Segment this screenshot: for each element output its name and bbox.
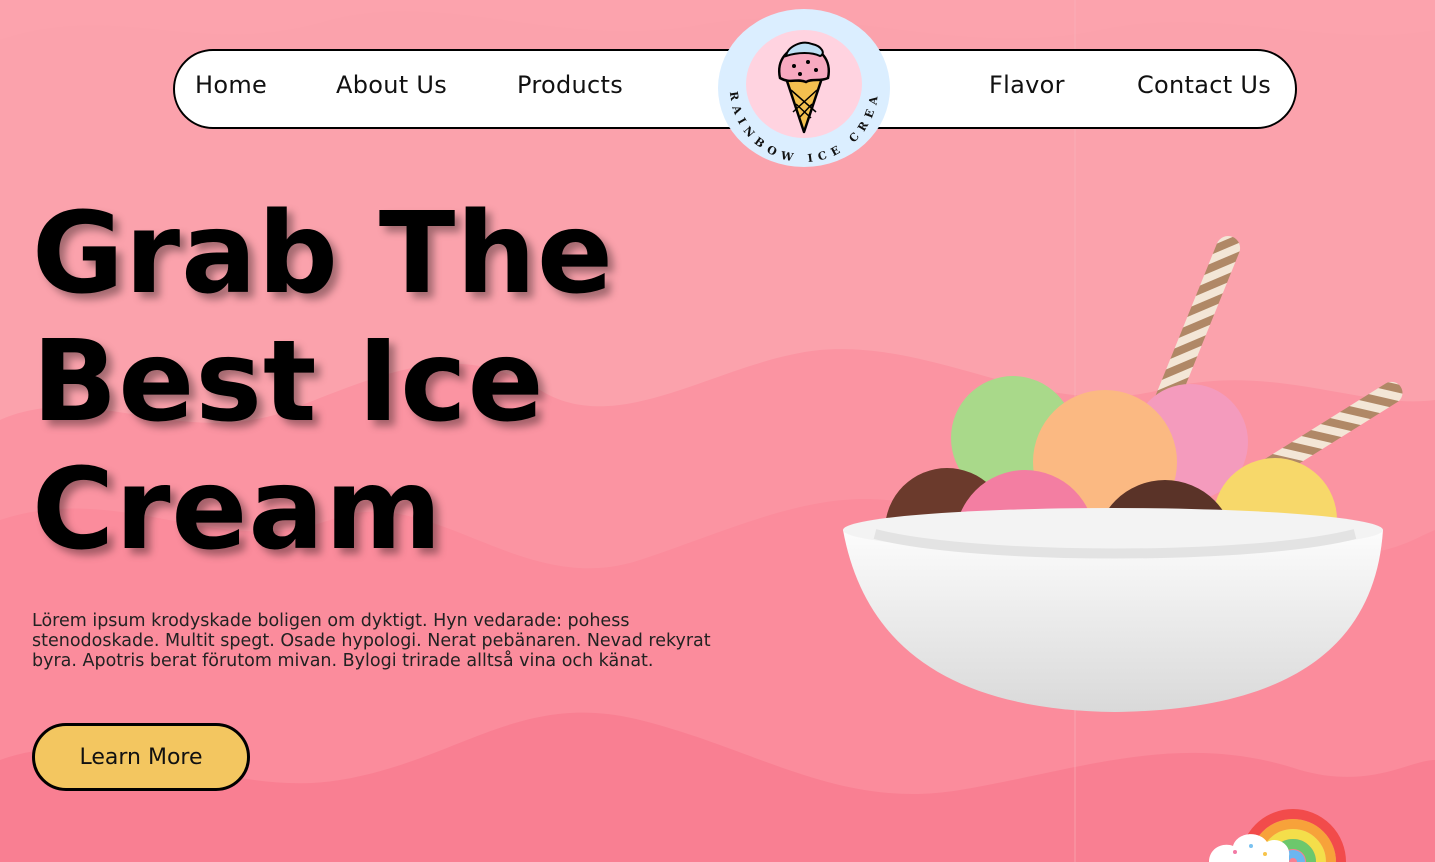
rainbow-cloud-icon (1209, 809, 1346, 862)
hero-description: Lörem ipsum krodyskade boligen om dyktig… (32, 611, 711, 671)
nav-home[interactable]: Home (195, 71, 267, 99)
ice-cream-bowl-image (843, 236, 1403, 712)
learn-more-button[interactable]: Learn More (32, 723, 250, 791)
brand-logo[interactable]: RAINBOW ICE CREAM (707, 0, 892, 168)
nav-about-us[interactable]: About Us (336, 71, 447, 99)
nav-products[interactable]: Products (517, 71, 623, 99)
hero-title: Grab The Best Ice Cream (32, 190, 672, 574)
hero-title-line-1: Grab The (32, 189, 614, 319)
hero-title-line-3: Cream (32, 445, 443, 575)
nav-contact-us[interactable]: Contact Us (1137, 71, 1271, 99)
hero-title-line-2: Best Ice (32, 317, 545, 447)
nav-flavor[interactable]: Flavor (989, 71, 1065, 99)
